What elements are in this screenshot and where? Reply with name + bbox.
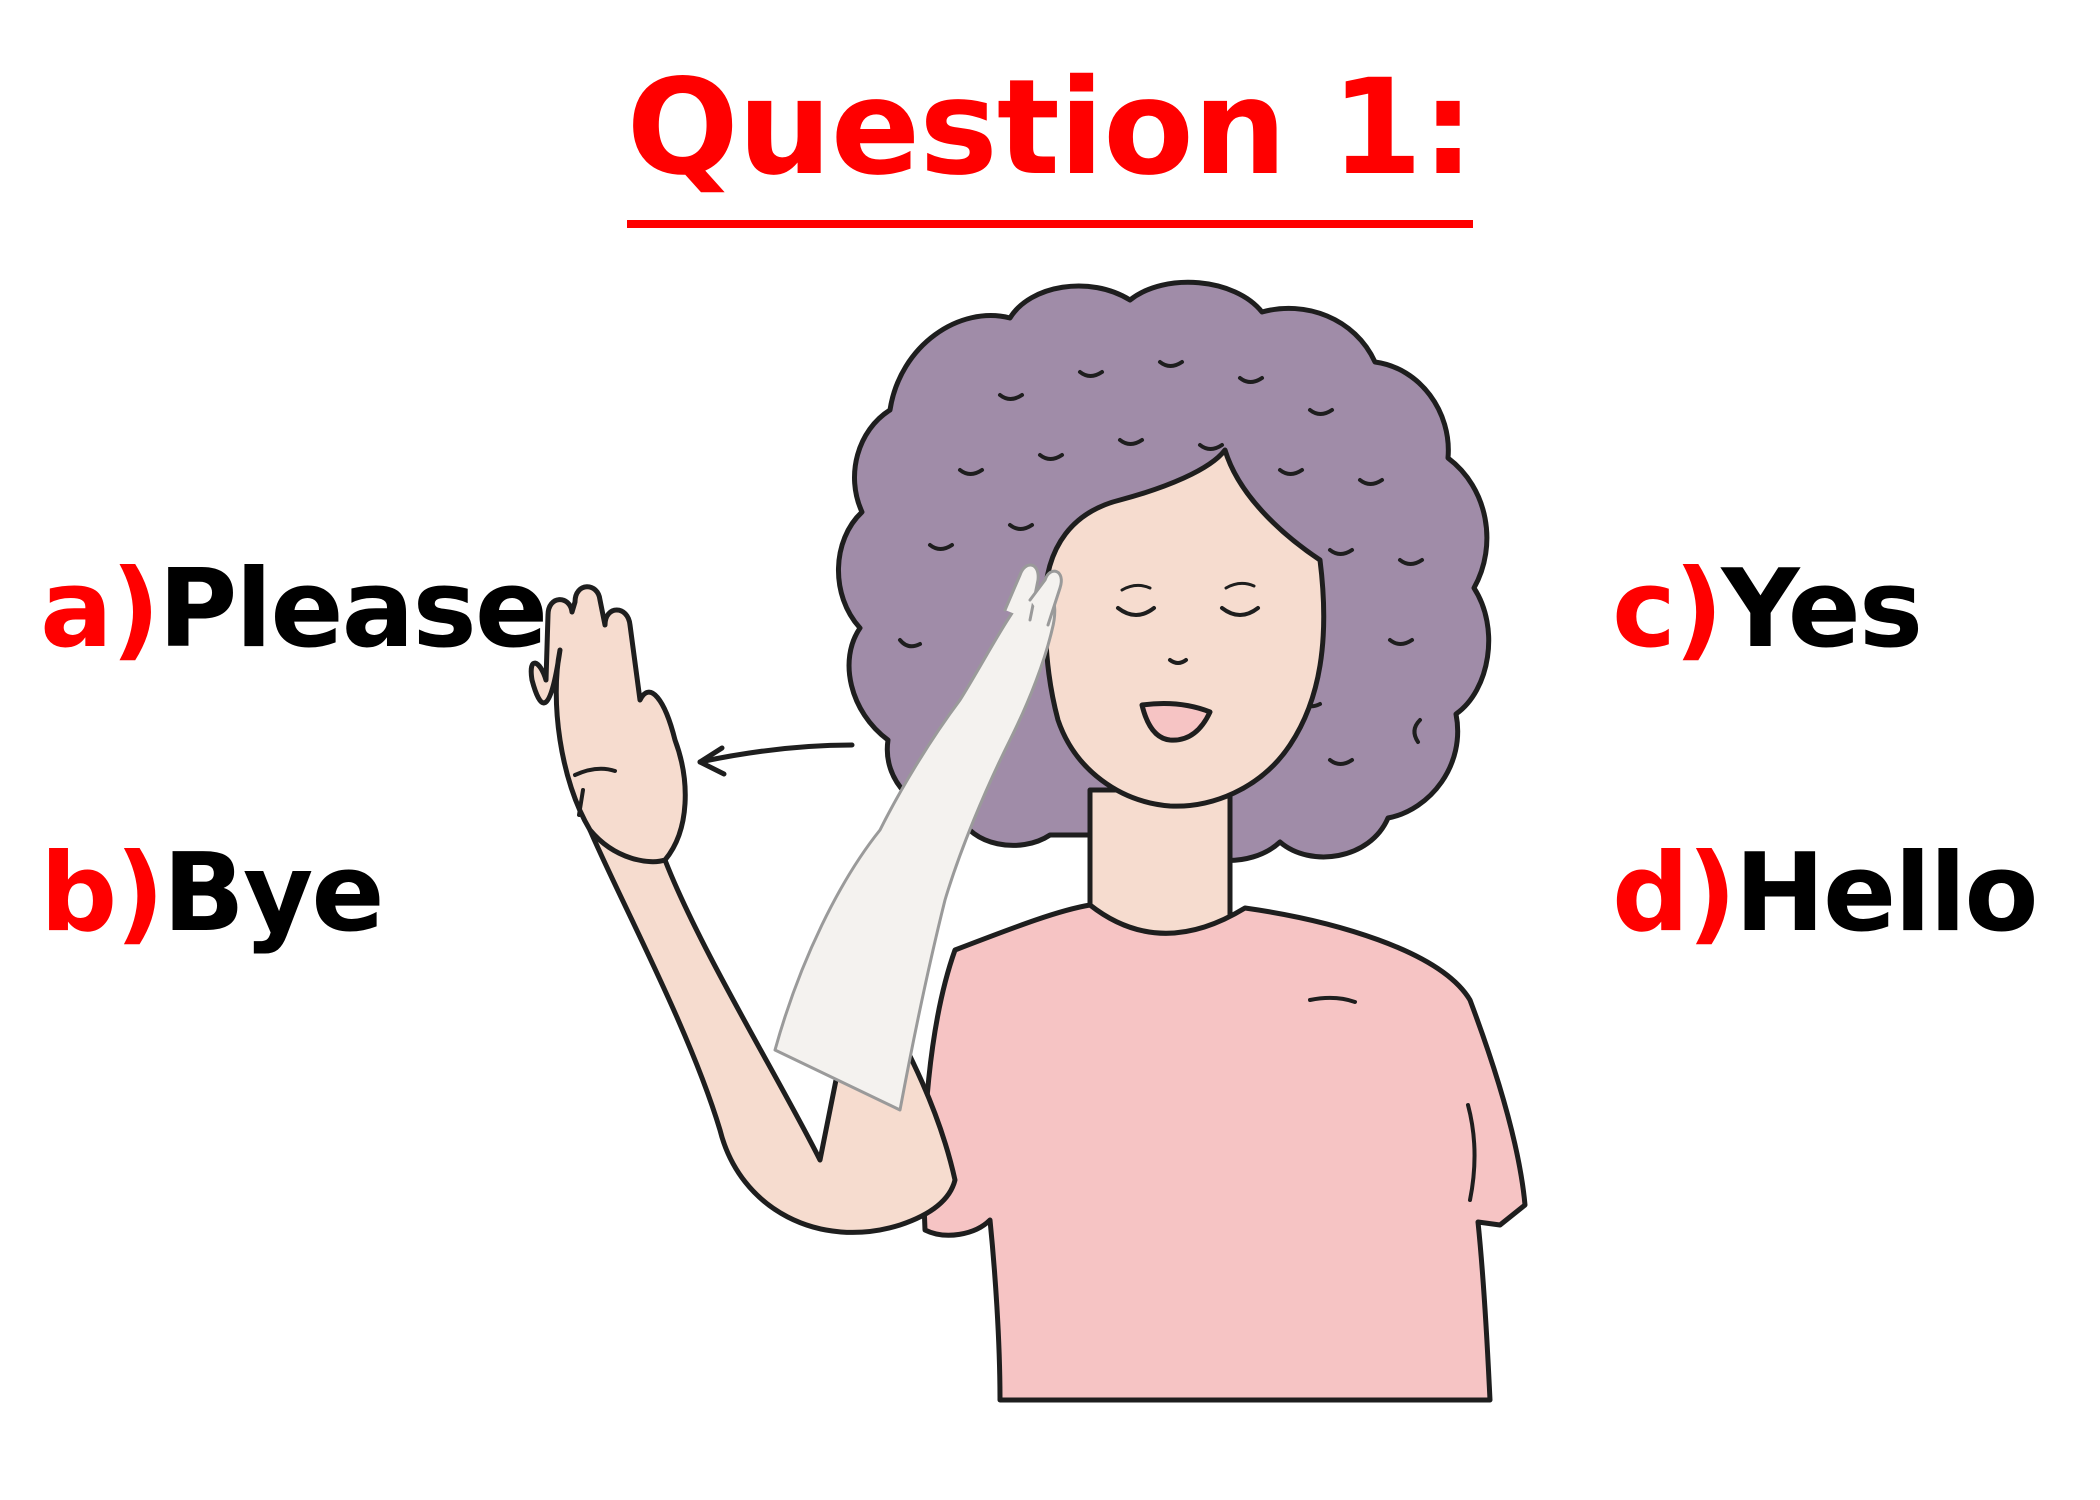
signing-hand <box>528 584 688 865</box>
option-d[interactable]: d)Hello <box>1612 840 2039 948</box>
option-letter: c) <box>1612 547 1723 672</box>
option-text: Please <box>158 547 548 672</box>
option-text: Bye <box>162 831 385 956</box>
shirt <box>921 902 1528 1403</box>
option-c[interactable]: c)Yes <box>1612 556 1923 664</box>
option-b[interactable]: b)Bye <box>40 840 385 948</box>
option-letter: a) <box>40 547 160 672</box>
option-text: Yes <box>1721 547 1923 672</box>
option-text: Hello <box>1734 831 2039 956</box>
woman-signing-illustration <box>528 279 1528 1403</box>
option-letter: d) <box>1612 831 1737 956</box>
option-letter: b) <box>40 831 165 956</box>
option-a[interactable]: a)Please <box>40 556 548 664</box>
